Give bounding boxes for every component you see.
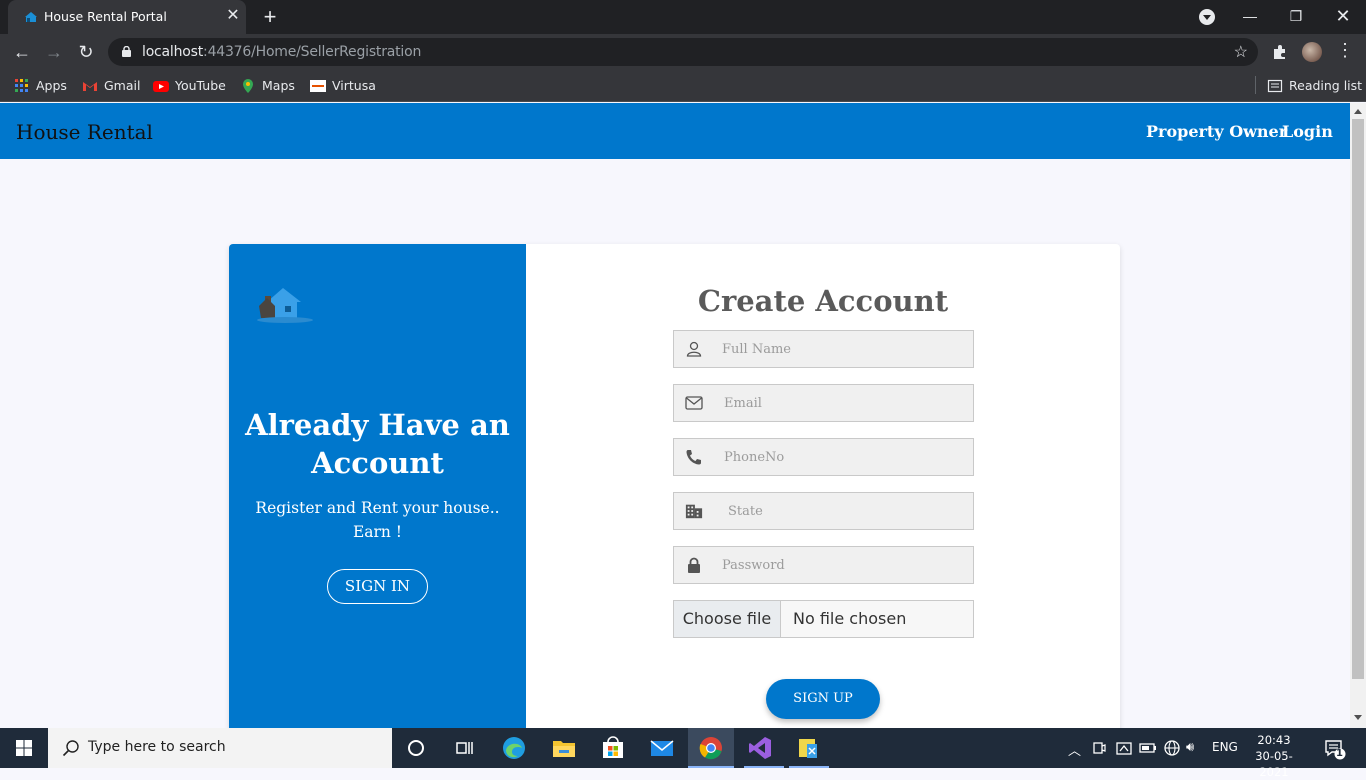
- site-brand[interactable]: House Rental: [16, 120, 153, 144]
- windows-taskbar: Type here to search ︿ 🔊︎ ENG 20:43 30-05…: [0, 728, 1366, 779]
- phone-icon: [686, 450, 701, 465]
- bookmark-youtube[interactable]: YouTube: [153, 77, 228, 95]
- file-upload-field[interactable]: Choose file No file chosen: [673, 600, 974, 638]
- signin-panel: Already Have an Account Register and Ren…: [229, 244, 526, 728]
- reading-list-icon: [1267, 79, 1283, 93]
- clock-date: 30-05-2021: [1255, 749, 1293, 779]
- tray-overflow-icon[interactable]: ︿: [1068, 740, 1081, 759]
- minimize-icon[interactable]: —: [1227, 0, 1273, 34]
- more-menu-icon[interactable]: ⋮: [1336, 40, 1354, 61]
- url-text: localhost:44376/Home/SellerRegistration: [142, 44, 422, 60]
- scroll-thumb[interactable]: [1352, 119, 1364, 679]
- chrome-icon[interactable]: [697, 734, 725, 762]
- building-icon: [685, 504, 703, 519]
- close-window-icon[interactable]: ✕: [1320, 0, 1366, 34]
- house-favicon-icon: [25, 12, 37, 22]
- new-tab-icon[interactable]: +: [258, 5, 282, 29]
- address-bar[interactable]: localhost:44376/Home/SellerRegistration …: [108, 38, 1258, 66]
- windows-start-icon[interactable]: [0, 728, 48, 768]
- envelope-icon: [685, 396, 703, 410]
- password-input[interactable]: [722, 547, 962, 583]
- forward-icon[interactable]: →: [42, 40, 66, 64]
- taskbar-clock[interactable]: 20:43 30-05-2021: [1244, 732, 1304, 780]
- browser-tab[interactable]: House Rental Portal ✕: [8, 0, 246, 34]
- sign-up-button[interactable]: SIGN UP: [766, 679, 880, 719]
- bookmark-star-icon[interactable]: ☆: [1234, 42, 1248, 62]
- create-account-title: Create Account: [697, 284, 949, 318]
- phone-field[interactable]: [673, 438, 974, 476]
- virtusa-icon: [310, 80, 326, 92]
- browser-tab-strip: House Rental Portal ✕ + — ❐ ✕: [0, 0, 1366, 34]
- battery-icon[interactable]: [1139, 741, 1157, 755]
- bookmark-apps[interactable]: Apps: [14, 77, 74, 95]
- state-field[interactable]: [673, 492, 974, 530]
- language-indicator[interactable]: ENG: [1212, 740, 1238, 754]
- taskbar-search-box[interactable]: Type here to search: [48, 728, 392, 768]
- registration-card: Already Have an Account Register and Ren…: [229, 244, 1120, 728]
- email-field[interactable]: [673, 384, 974, 422]
- scroll-up-arrow-icon[interactable]: [1354, 109, 1362, 114]
- choose-file-button[interactable]: Choose file: [674, 601, 781, 637]
- restore-icon[interactable]: ❐: [1273, 0, 1319, 34]
- tray-app-icon[interactable]: [1115, 739, 1133, 757]
- microsoft-store-icon[interactable]: [599, 734, 627, 762]
- edge-icon[interactable]: [500, 734, 528, 762]
- mail-icon[interactable]: [648, 734, 676, 762]
- tab-title: House Rental Portal: [44, 9, 167, 24]
- bookmark-maps[interactable]: Maps: [240, 77, 296, 95]
- bookmark-virtusa[interactable]: Virtusa: [310, 77, 376, 95]
- nav-link-login[interactable]: Login: [1282, 122, 1333, 141]
- state-input[interactable]: [728, 493, 968, 529]
- extensions-puzzle-icon[interactable]: [1271, 43, 1289, 61]
- cortana-icon[interactable]: [402, 734, 430, 762]
- gmail-icon: [83, 82, 97, 91]
- maps-icon: [243, 79, 253, 93]
- lock-icon: [122, 46, 131, 57]
- page-scrollbar[interactable]: [1350, 103, 1366, 728]
- network-globe-icon[interactable]: [1163, 739, 1181, 757]
- bookmark-gmail[interactable]: Gmail: [82, 77, 142, 95]
- visual-studio-icon[interactable]: [746, 734, 774, 762]
- task-view-icon[interactable]: [450, 734, 478, 762]
- file-explorer-icon[interactable]: [550, 734, 578, 762]
- profile-avatar[interactable]: [1302, 42, 1322, 62]
- volume-icon[interactable]: 🔊︎: [1186, 740, 1194, 755]
- back-icon[interactable]: ←: [10, 40, 34, 64]
- search-icon: [62, 740, 79, 757]
- code-app-icon[interactable]: [795, 734, 823, 762]
- already-have-account-heading: Already Have an Account: [245, 408, 510, 480]
- file-status-text: No file chosen: [793, 609, 907, 628]
- browser-toolbar: ← → ↻ localhost:44376/Home/SellerRegistr…: [0, 34, 1366, 70]
- site-navbar: House Rental Property Owner Login: [0, 103, 1350, 159]
- clock-time: 20:43: [1257, 733, 1291, 747]
- email-input[interactable]: [724, 385, 964, 421]
- user-icon: [686, 341, 702, 357]
- apps-grid-icon: [15, 79, 28, 92]
- bookmarks-separator: [1255, 76, 1256, 94]
- tab-search-icon[interactable]: [1199, 9, 1215, 25]
- house-logo-icon: [257, 288, 313, 323]
- nav-link-property-owner[interactable]: Property Owner: [1146, 122, 1287, 141]
- tab-close-icon[interactable]: ✕: [224, 7, 242, 25]
- notification-count: 1: [1336, 748, 1343, 759]
- full-name-field[interactable]: [673, 330, 974, 368]
- page-content: House Rental Property Owner Login Alread…: [0, 103, 1350, 728]
- sign-in-button[interactable]: SIGN IN: [327, 569, 428, 604]
- full-name-input[interactable]: [722, 331, 962, 367]
- password-field[interactable]: [673, 546, 974, 584]
- reload-icon[interactable]: ↻: [74, 40, 98, 64]
- reading-list[interactable]: Reading list: [1267, 77, 1362, 95]
- bookmarks-bar: Apps Gmail YouTube Maps Virtusa Reading …: [0, 70, 1366, 102]
- search-placeholder: Type here to search: [88, 739, 226, 755]
- lock-icon: [688, 557, 700, 573]
- register-subtext: Register and Rent your house.. Earn !: [255, 499, 500, 541]
- tray-device-icon[interactable]: [1092, 740, 1106, 756]
- phone-input[interactable]: [724, 439, 964, 475]
- youtube-icon: [153, 81, 169, 92]
- scroll-down-arrow-icon[interactable]: [1354, 715, 1362, 720]
